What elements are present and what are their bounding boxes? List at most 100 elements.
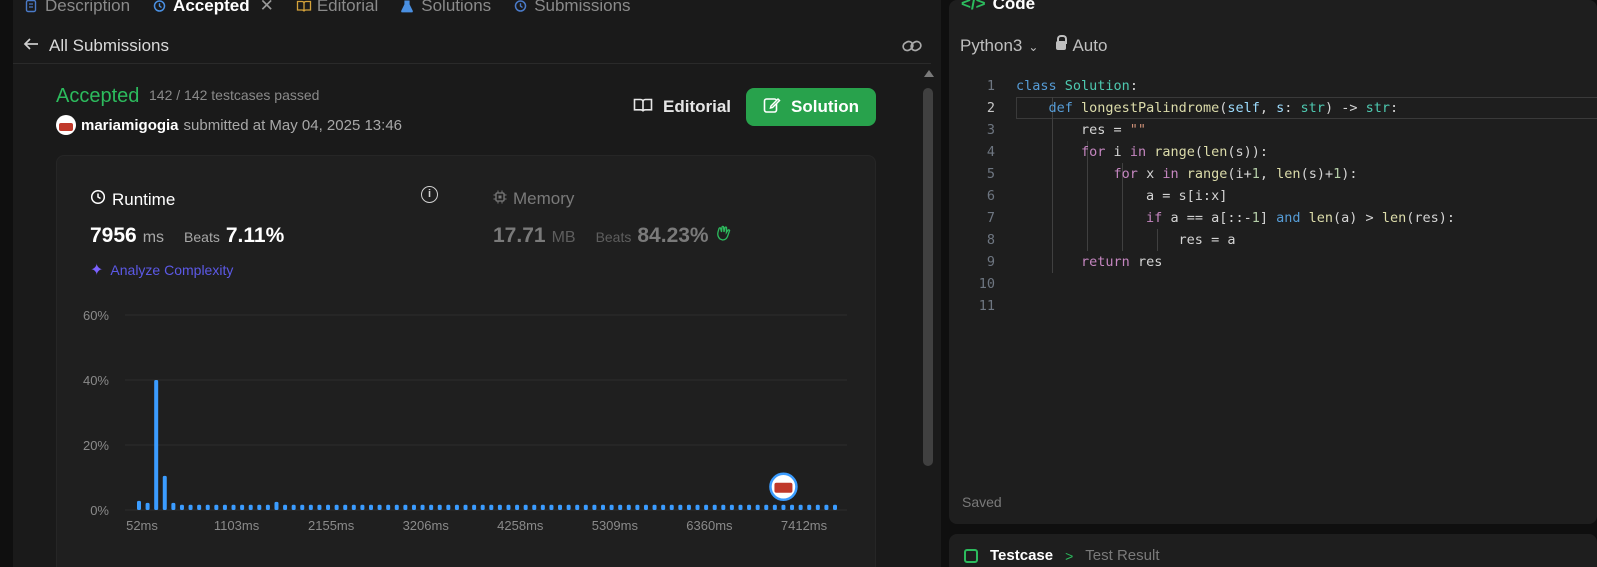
- code-line: res = "": [1016, 122, 1147, 138]
- chart-bar: [162, 475, 167, 510]
- chart-bar: [824, 504, 829, 510]
- language-select[interactable]: Python3 ⌄: [960, 36, 1038, 56]
- code-line: a = s[i:x]: [1016, 188, 1228, 204]
- chart-bar: [558, 504, 563, 510]
- chart-bar: [566, 504, 571, 510]
- chart-bar: [420, 504, 425, 510]
- tab-bar: Description Accepted ✕ Editorial Solutio…: [13, 0, 941, 20]
- editorial-button[interactable]: Editorial: [625, 88, 739, 126]
- chart-bar: [618, 504, 623, 510]
- username[interactable]: mariamigogia: [81, 117, 179, 134]
- code-title: Code: [992, 0, 1036, 13]
- submission-detail: Accepted 142 / 142 testcases passed mari…: [13, 65, 923, 567]
- editorial-button-label: Editorial: [663, 97, 732, 116]
- chart-bar: [515, 504, 520, 510]
- lock-icon: [1056, 35, 1068, 50]
- y-tick-label: 60%: [83, 308, 109, 323]
- solution-button[interactable]: Solution: [746, 88, 876, 126]
- chart-bar: [635, 504, 640, 510]
- line-number: 2: [986, 100, 995, 116]
- chart-bar: [411, 504, 416, 510]
- auto-mode[interactable]: Auto: [1056, 35, 1108, 56]
- tab-description-label: Description: [45, 0, 131, 15]
- tab-accepted[interactable]: Accepted ✕: [141, 0, 285, 16]
- chart-bar: [360, 504, 365, 510]
- chart-bar: [222, 504, 227, 510]
- chart-bar: [729, 504, 734, 510]
- scroll-thumb[interactable]: [923, 88, 933, 466]
- edit-icon: [763, 96, 781, 119]
- chart-bar: [601, 504, 605, 510]
- chart-bar: [738, 504, 743, 510]
- chart-bar: [429, 504, 434, 510]
- line-number: 11: [978, 298, 995, 314]
- code-line: res = a: [1016, 232, 1236, 248]
- line-number: 1: [986, 78, 995, 94]
- tab-solutions[interactable]: Solutions: [389, 0, 502, 16]
- chevron-right-icon: >: [1065, 547, 1074, 564]
- chart-bar: [815, 504, 820, 510]
- chart-bar: [781, 504, 786, 510]
- chart-bar: [137, 500, 141, 510]
- share-link-icon[interactable]: [901, 36, 923, 56]
- chart-bar: [532, 504, 537, 510]
- chart-bar: [274, 501, 279, 510]
- chart-bar: [489, 504, 494, 510]
- chart-bar: [798, 504, 803, 510]
- tab-test-result[interactable]: Test Result: [1085, 547, 1159, 564]
- chart-bar: [686, 504, 691, 510]
- back-to-submissions[interactable]: All Submissions: [23, 35, 169, 56]
- chart-bar: [351, 504, 356, 510]
- solution-button-label: Solution: [791, 97, 859, 116]
- chart-bar: [145, 502, 150, 510]
- code-icon: </>: [961, 0, 986, 13]
- chart-bar: [764, 504, 769, 510]
- chart-bar: [171, 502, 176, 510]
- close-tab-icon[interactable]: ✕: [260, 0, 274, 16]
- mode-label: Auto: [1072, 35, 1108, 55]
- tab-editorial[interactable]: Editorial: [285, 0, 389, 16]
- chart-bar: [497, 504, 502, 510]
- user-avatar-marker-face: [774, 482, 793, 493]
- left-panel: Description Accepted ✕ Editorial Solutio…: [0, 0, 941, 567]
- tab-description[interactable]: Description: [13, 0, 141, 16]
- saved-status: Saved: [962, 494, 1002, 510]
- chart-bar: [205, 504, 210, 510]
- left-scrollbar[interactable]: [922, 70, 934, 567]
- chart-bar: [197, 504, 202, 510]
- chart-bar: [575, 504, 580, 510]
- line-number: 5: [986, 166, 995, 182]
- chart-bar: [394, 504, 399, 510]
- chart-bar: [188, 504, 193, 510]
- chart-bar: [592, 504, 597, 510]
- tab-testcase[interactable]: Testcase: [990, 547, 1053, 564]
- chart-bar: [265, 504, 270, 510]
- chart-bar: [334, 504, 339, 510]
- history-icon: [513, 0, 527, 13]
- chart-bar: [833, 504, 837, 510]
- tab-solutions-label: Solutions: [421, 0, 492, 15]
- tab-submissions[interactable]: Submissions: [502, 0, 641, 16]
- code-line: for x in range(i+1, len(s)+1):: [1113, 166, 1358, 182]
- chart-bar: [807, 504, 812, 510]
- y-tick-label: 20%: [83, 438, 109, 453]
- line-number: 8: [986, 232, 995, 248]
- submissions-subbar: All Submissions: [13, 28, 931, 64]
- chart-bar: [291, 504, 296, 510]
- chart-bar: [446, 504, 451, 510]
- chart-bar: [472, 504, 477, 510]
- code-editor[interactable]: 1 class Solution: 2 def longestPalindrome…: [949, 74, 1597, 334]
- x-tick-label: 7412ms: [781, 518, 828, 533]
- chart-bar: [678, 504, 683, 510]
- testcases-passed: 142 / 142 testcases passed: [149, 87, 320, 103]
- x-tick-label: 6360ms: [686, 518, 733, 533]
- code-line: return res: [1081, 254, 1163, 270]
- tab-accepted-label: Accepted: [173, 0, 250, 15]
- book-icon: [296, 0, 311, 13]
- chart-bar: [652, 504, 657, 510]
- scroll-up-arrow-icon[interactable]: [924, 70, 934, 77]
- avatar[interactable]: [56, 115, 76, 135]
- submitter-line: mariamigogia submitted at May 04, 2025 1…: [56, 115, 402, 135]
- chart-bar: [403, 504, 408, 510]
- chart-bar: [240, 504, 245, 510]
